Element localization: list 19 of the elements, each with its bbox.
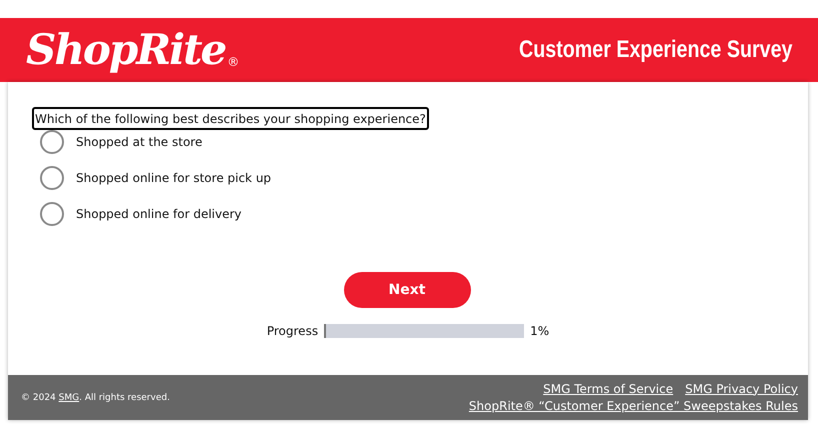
footer-link[interactable]: SMG Privacy Policy (685, 380, 798, 398)
progress-label: Progress (266, 324, 318, 338)
option-label: Shopped online for delivery (76, 207, 242, 221)
footer-link[interactable]: ShopRite® “Customer Experience” Sweepstakes Rules (468, 398, 798, 414)
footer-link[interactable]: SMG Terms of Service (543, 380, 674, 398)
radio-option[interactable]: Shopped online for store pick up (40, 160, 784, 196)
shoprite-logo: ShopRite® (26, 29, 240, 71)
next-button[interactable]: Next (344, 272, 470, 308)
progress-reading: 1% (530, 324, 550, 338)
option-label: Shopped online for store pick up (76, 171, 272, 185)
radio-button[interactable] (40, 166, 64, 190)
survey-title: Customer Experience Survey (518, 36, 792, 64)
radio-option[interactable]: Shopped online for delivery (40, 196, 784, 232)
option-label: Shopped at the store (76, 135, 202, 149)
copyright-text: © 2024 SMG. All rights reserved. (21, 392, 170, 402)
smg-link[interactable]: SMG (58, 392, 80, 402)
question-text: Which of the following best describes your shopping experience? (32, 107, 429, 130)
radio-button[interactable] (40, 202, 64, 226)
radio-button[interactable] (40, 130, 64, 154)
